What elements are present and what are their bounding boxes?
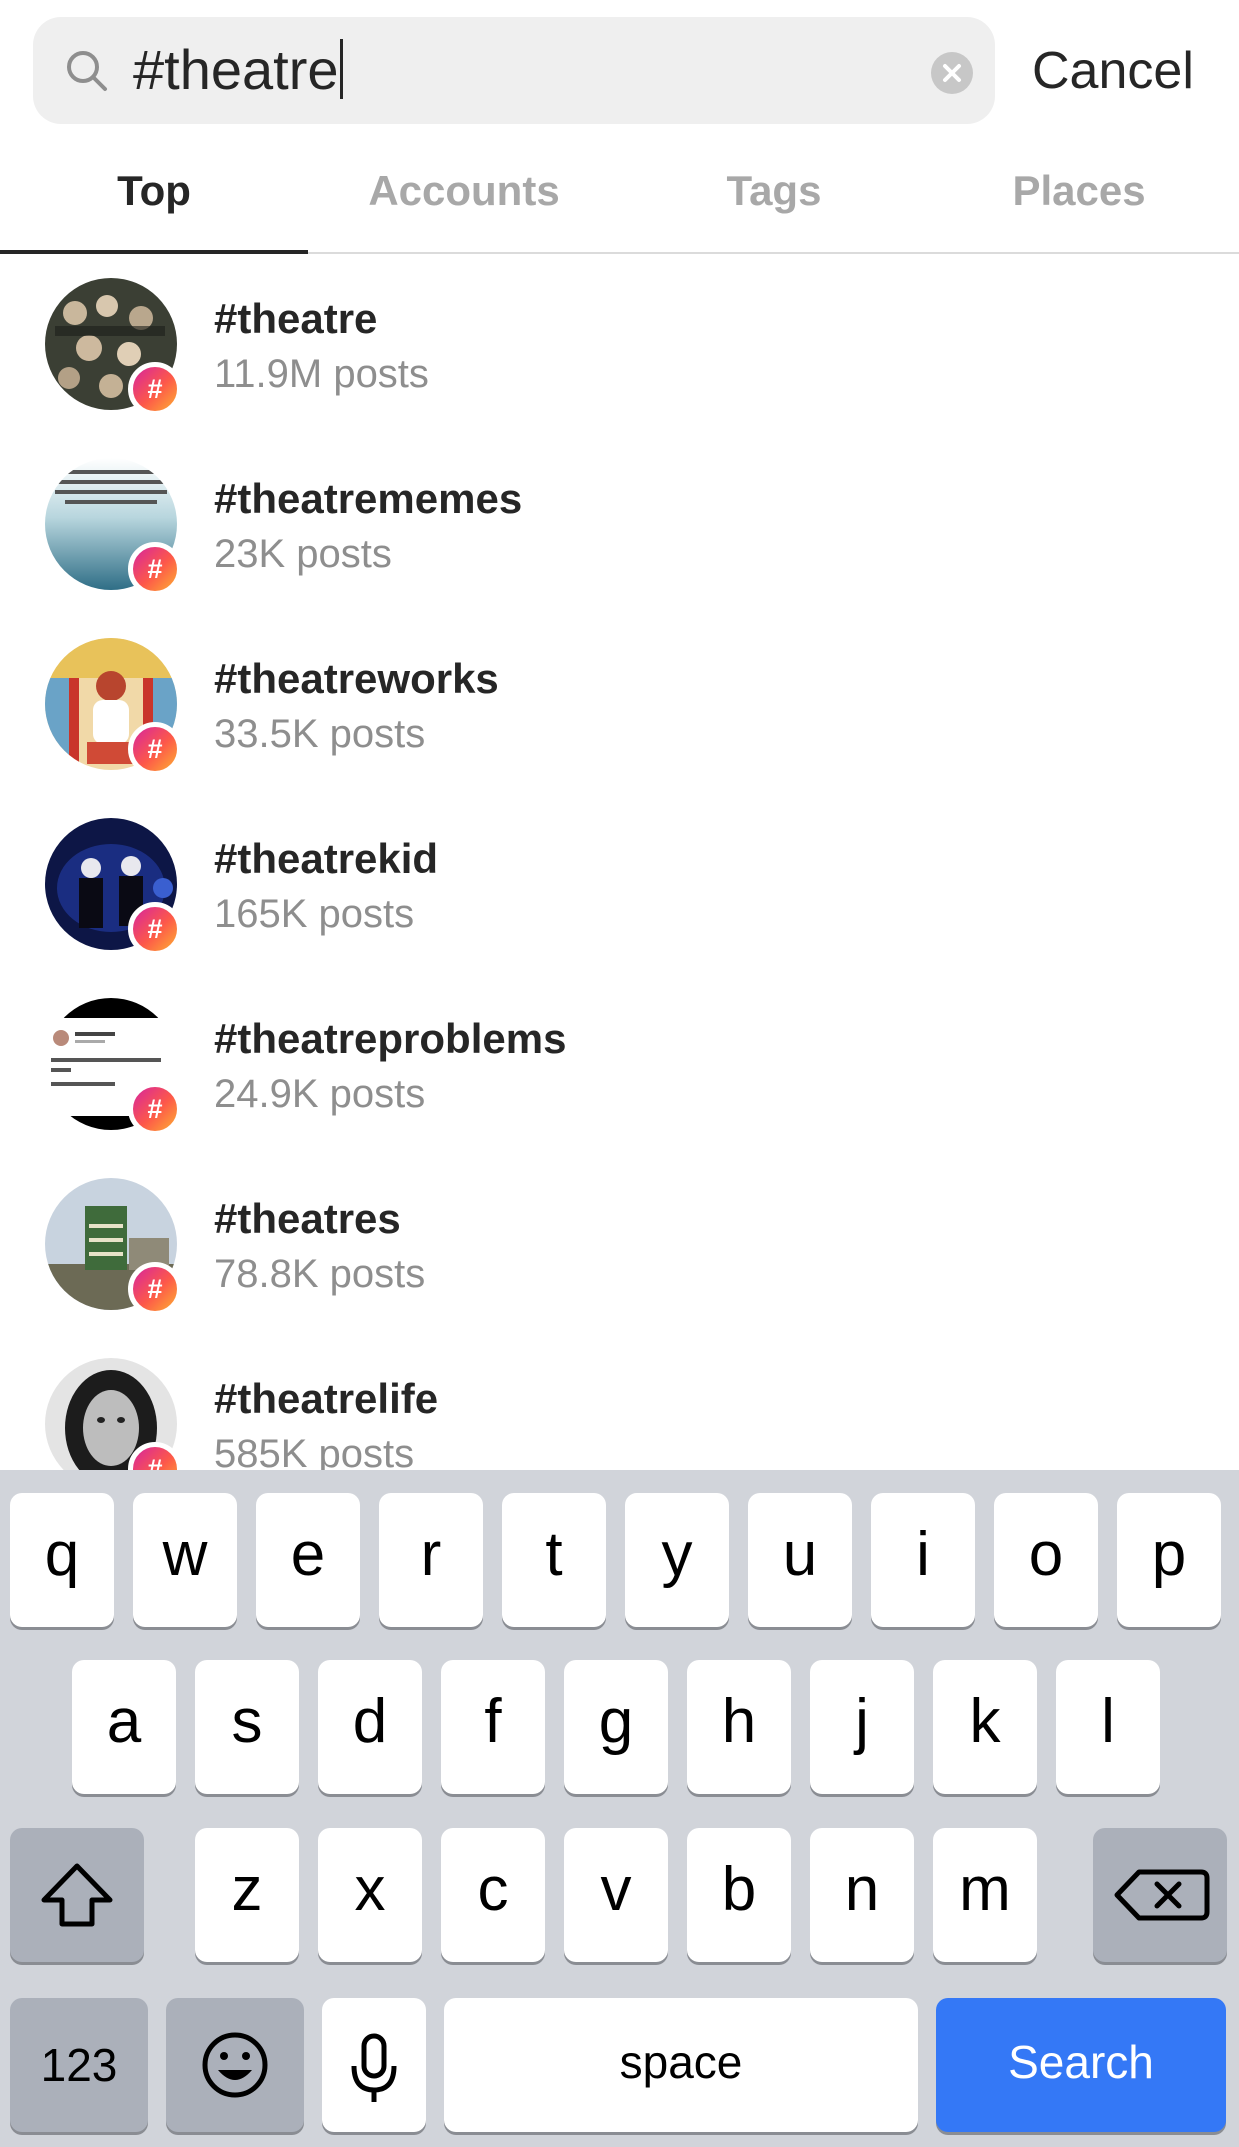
key-r[interactable]: r [379,1493,483,1627]
key-a[interactable]: a [72,1660,176,1794]
tab-accounts[interactable]: Accounts [310,150,618,254]
search-input[interactable]: #theatre [133,37,343,103]
post-count: 165K posts [214,892,415,936]
search-bar[interactable]: #theatre [33,17,995,124]
clear-search-icon[interactable] [931,52,973,94]
post-count: 33.5K posts [214,712,426,756]
list-item[interactable]: # #theatrelife 585K posts [0,1334,1239,1470]
hashtag-name: #theatres [214,1195,401,1242]
text-caret [339,39,343,99]
tab-top[interactable]: Top [0,150,308,254]
search-query: #theatre [133,38,339,101]
list-item[interactable]: # #theatrememes 23K posts [0,434,1239,614]
post-count: 23K posts [214,532,392,576]
key-b[interactable]: b [687,1828,791,1962]
hashtag-badge-icon: # [128,902,182,956]
numbers-key[interactable]: 123 [10,1998,148,2132]
key-j[interactable]: j [810,1660,914,1794]
tab-places[interactable]: Places [925,150,1233,254]
hashtag-name: #theatrekid [214,835,439,882]
hashtag-name: #theatre [214,295,378,342]
space-key[interactable]: space [444,1998,918,2132]
key-i[interactable]: i [871,1493,975,1627]
key-n[interactable]: n [810,1828,914,1962]
key-h[interactable]: h [687,1660,791,1794]
key-v[interactable]: v [564,1828,668,1962]
key-e[interactable]: e [256,1493,360,1627]
post-count: 585K posts [214,1432,415,1470]
emoji-face-icon [202,2032,268,2098]
key-f[interactable]: f [441,1660,545,1794]
post-count: 78.8K posts [214,1252,426,1296]
hashtag-badge-icon: # [128,722,182,776]
list-item[interactable]: # #theatreproblems 24.9K posts [0,974,1239,1154]
hashtag-name: #theatrelife [214,1375,439,1422]
key-o[interactable]: o [994,1493,1098,1627]
hashtag-name: #theatreproblems [214,1015,567,1062]
list-item[interactable]: # #theatrekid 165K posts [0,794,1239,974]
hashtag-badge-icon: # [128,542,182,596]
key-d[interactable]: d [318,1660,422,1794]
search-tabs: Top Accounts Tags Places [0,150,1239,254]
key-c[interactable]: c [441,1828,545,1962]
dictation-key[interactable] [322,1998,426,2132]
search-key[interactable]: Search [936,1998,1226,2132]
hashtag-name: #theatrememes [214,475,523,522]
list-item[interactable]: # #theatres 78.8K posts [0,1154,1239,1334]
cancel-button[interactable]: Cancel [1032,38,1194,104]
search-results-list: # #theatre 11.9M posts # #theatrememes 2… [0,254,1239,1470]
key-w[interactable]: w [133,1493,237,1627]
shift-arrow-icon [41,1863,113,1927]
list-item[interactable]: # #theatre 11.9M posts [0,254,1239,434]
microphone-icon [351,2033,397,2102]
list-item[interactable]: # #theatreworks 33.5K posts [0,614,1239,794]
key-t[interactable]: t [502,1493,606,1627]
key-q[interactable]: q [10,1493,114,1627]
tab-tags[interactable]: Tags [620,150,928,254]
emoji-key[interactable] [166,1998,304,2132]
post-count: 11.9M posts [214,352,429,396]
hashtag-name: #theatreworks [214,655,499,702]
search-icon [67,51,107,91]
key-z[interactable]: z [195,1828,299,1962]
key-m[interactable]: m [933,1828,1037,1962]
post-count: 24.9K posts [214,1072,426,1116]
hashtag-badge-icon: # [128,1082,182,1136]
key-y[interactable]: y [625,1493,729,1627]
key-s[interactable]: s [195,1660,299,1794]
delete-key[interactable] [1093,1828,1227,1962]
key-x[interactable]: x [318,1828,422,1962]
backspace-icon [1114,1869,1210,1921]
shift-key[interactable] [10,1828,144,1962]
key-k[interactable]: k [933,1660,1037,1794]
hashtag-badge-icon: # [128,362,182,416]
key-u[interactable]: u [748,1493,852,1627]
keyboard: q w e r t y u i o p a s d f g h j k l z … [0,1470,1239,2147]
hashtag-badge-icon: # [128,1262,182,1316]
key-l[interactable]: l [1056,1660,1160,1794]
key-p[interactable]: p [1117,1493,1221,1627]
key-g[interactable]: g [564,1660,668,1794]
